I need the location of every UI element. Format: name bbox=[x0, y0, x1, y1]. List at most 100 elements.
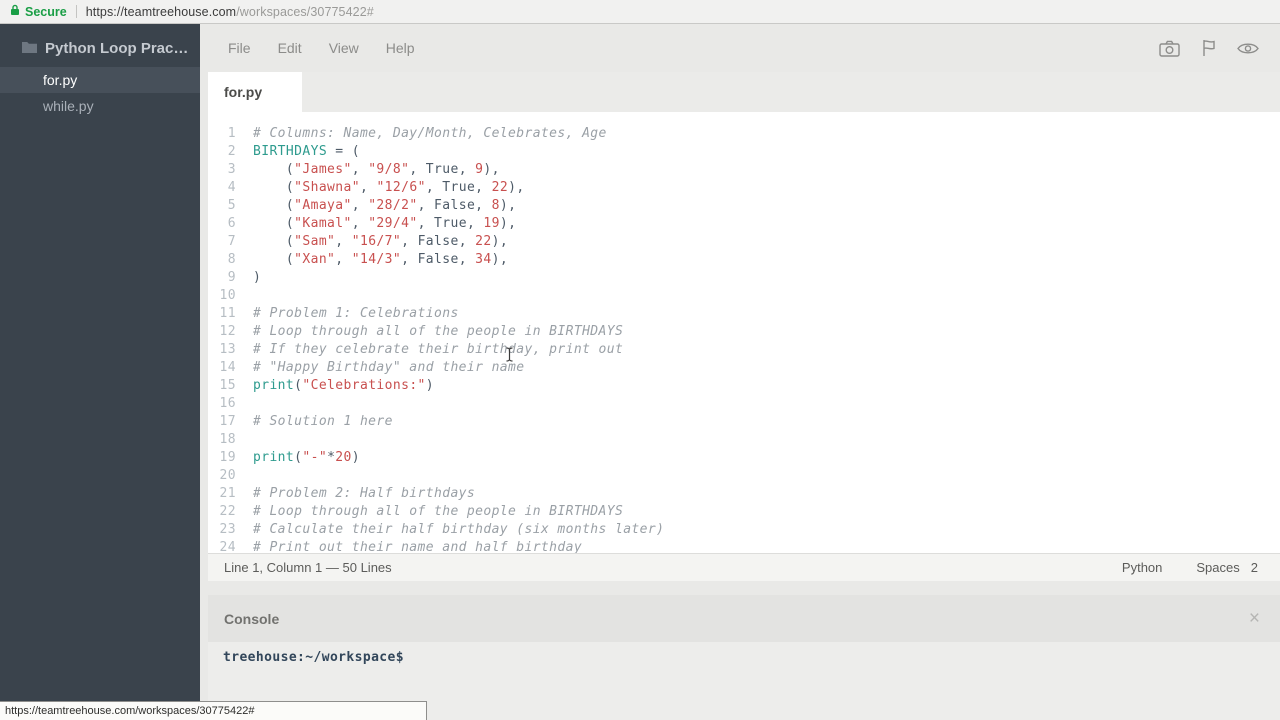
line-number: 4 bbox=[208, 179, 236, 197]
terminal-prompt: treehouse:~/workspace$ bbox=[223, 650, 404, 665]
code-line-content: # Problem 1: Celebrations bbox=[236, 305, 459, 323]
indent-mode[interactable]: Spaces bbox=[1196, 560, 1239, 575]
code-editor[interactable]: 1# Columns: Name, Day/Month, Celebrates,… bbox=[208, 112, 1280, 553]
line-number: 13 bbox=[208, 341, 236, 359]
code-line[interactable]: 22# Loop through all of the people in BI… bbox=[208, 503, 1280, 521]
editor-statusbar: Line 1, Column 1 — 50 Lines Python Space… bbox=[208, 553, 1280, 581]
tab-for-py[interactable]: for.py bbox=[208, 72, 302, 112]
close-icon[interactable]: × bbox=[1249, 609, 1260, 628]
project-folder[interactable]: Python Loop Prac… bbox=[0, 24, 200, 67]
code-line[interactable]: 16 bbox=[208, 395, 1280, 413]
code-line-content: # Loop through all of the people in BIRT… bbox=[236, 323, 623, 341]
code-line-content: ("Shawna", "12/6", True, 22), bbox=[236, 179, 525, 197]
address-bar-separator bbox=[76, 5, 77, 18]
line-number: 18 bbox=[208, 431, 236, 449]
secure-badge[interactable]: Secure bbox=[10, 4, 67, 19]
line-number: 12 bbox=[208, 323, 236, 341]
line-number: 21 bbox=[208, 485, 236, 503]
code-line[interactable]: 1# Columns: Name, Day/Month, Celebrates,… bbox=[208, 125, 1280, 143]
folder-icon bbox=[22, 40, 37, 57]
line-number: 10 bbox=[208, 287, 236, 305]
line-number: 19 bbox=[208, 449, 236, 467]
sidebar-file-while-py[interactable]: while.py bbox=[0, 93, 200, 119]
line-number: 23 bbox=[208, 521, 236, 539]
code-line[interactable]: 10 bbox=[208, 287, 1280, 305]
status-url-tooltip: https://teamtreehouse.com/workspaces/307… bbox=[0, 701, 427, 720]
line-number: 24 bbox=[208, 539, 236, 553]
code-line[interactable]: 7 ("Sam", "16/7", False, 22), bbox=[208, 233, 1280, 251]
code-line-content bbox=[236, 287, 253, 305]
sidebar-file-for-py[interactable]: for.py bbox=[0, 67, 200, 93]
indent-size[interactable]: 2 bbox=[1251, 560, 1258, 575]
menu-icons bbox=[1159, 39, 1259, 57]
code-line-content: ("Xan", "14/3", False, 34), bbox=[236, 251, 508, 269]
code-line-content: # Problem 2: Half birthdays bbox=[236, 485, 475, 503]
menu-item-edit[interactable]: Edit bbox=[278, 40, 302, 56]
url-text[interactable]: https://teamtreehouse.com/workspaces/307… bbox=[86, 5, 374, 19]
line-number: 22 bbox=[208, 503, 236, 521]
menu-item-view[interactable]: View bbox=[329, 40, 359, 56]
lock-icon bbox=[10, 4, 20, 19]
language-mode[interactable]: Python bbox=[1122, 560, 1162, 575]
code-line[interactable]: 14# "Happy Birthday" and their name bbox=[208, 359, 1280, 377]
console-header: Console × bbox=[208, 595, 1280, 642]
code-line[interactable]: 8 ("Xan", "14/3", False, 34), bbox=[208, 251, 1280, 269]
code-line-content: # Calculate their half birthday (six mon… bbox=[236, 521, 664, 539]
menu-items: File Edit View Help bbox=[228, 40, 442, 56]
file-list: for.pywhile.py bbox=[0, 67, 200, 119]
workspace-menubar: File Edit View Help bbox=[200, 24, 1280, 72]
line-number: 3 bbox=[208, 161, 236, 179]
code-line-content: # Solution 1 here bbox=[236, 413, 393, 431]
line-number: 8 bbox=[208, 251, 236, 269]
eye-icon[interactable] bbox=[1237, 41, 1259, 56]
code-line-content: print("Celebrations:") bbox=[236, 377, 434, 395]
code-line-content: ("Sam", "16/7", False, 22), bbox=[236, 233, 508, 251]
cursor-position: Line 1, Column 1 — 50 Lines bbox=[224, 560, 392, 575]
code-line[interactable]: 4 ("Shawna", "12/6", True, 22), bbox=[208, 179, 1280, 197]
code-line[interactable]: 3 ("James", "9/8", True, 9), bbox=[208, 161, 1280, 179]
line-number: 2 bbox=[208, 143, 236, 161]
menu-item-help[interactable]: Help bbox=[386, 40, 415, 56]
flag-icon[interactable] bbox=[1201, 39, 1216, 57]
code-line[interactable]: 11# Problem 1: Celebrations bbox=[208, 305, 1280, 323]
code-line-content bbox=[236, 395, 253, 413]
code-line[interactable]: 5 ("Amaya", "28/2", False, 8), bbox=[208, 197, 1280, 215]
line-number: 1 bbox=[208, 125, 236, 143]
line-number: 7 bbox=[208, 233, 236, 251]
code-line-content: ("Amaya", "28/2", False, 8), bbox=[236, 197, 516, 215]
browser-address-bar[interactable]: Secure https://teamtreehouse.com/workspa… bbox=[0, 0, 1280, 24]
code-line[interactable]: 20 bbox=[208, 467, 1280, 485]
code-line[interactable]: 12# Loop through all of the people in BI… bbox=[208, 323, 1280, 341]
code-line[interactable]: 6 ("Kamal", "29/4", True, 19), bbox=[208, 215, 1280, 233]
code-line[interactable]: 17# Solution 1 here bbox=[208, 413, 1280, 431]
line-number: 9 bbox=[208, 269, 236, 287]
code-line-content bbox=[236, 467, 253, 485]
url-domain: https://teamtreehouse.com bbox=[86, 5, 237, 19]
code-line[interactable]: 9) bbox=[208, 269, 1280, 287]
line-number: 16 bbox=[208, 395, 236, 413]
line-number: 15 bbox=[208, 377, 236, 395]
editor-tabbar: for.py bbox=[208, 72, 1280, 112]
url-path: /workspaces/30775422# bbox=[236, 5, 374, 19]
code-line[interactable]: 23# Calculate their half birthday (six m… bbox=[208, 521, 1280, 539]
code-line[interactable]: 13# If they celebrate their birthday, pr… bbox=[208, 341, 1280, 359]
code-line[interactable]: 21# Problem 2: Half birthdays bbox=[208, 485, 1280, 503]
line-number: 5 bbox=[208, 197, 236, 215]
code-line-content: print("-"*20) bbox=[236, 449, 360, 467]
code-line[interactable]: 24# Print out their name and half birthd… bbox=[208, 539, 1280, 553]
secure-label: Secure bbox=[25, 5, 67, 19]
code-line[interactable]: 18 bbox=[208, 431, 1280, 449]
line-number: 17 bbox=[208, 413, 236, 431]
file-sidebar: Python Loop Prac… for.pywhile.py bbox=[0, 24, 200, 720]
code-line-content: # Columns: Name, Day/Month, Celebrates, … bbox=[236, 125, 607, 143]
text-cursor bbox=[505, 347, 514, 367]
menu-item-file[interactable]: File bbox=[228, 40, 251, 56]
code-line[interactable]: 19print("-"*20) bbox=[208, 449, 1280, 467]
code-line[interactable]: 2BIRTHDAYS = ( bbox=[208, 143, 1280, 161]
code-line-content: # "Happy Birthday" and their name bbox=[236, 359, 524, 377]
camera-icon[interactable] bbox=[1159, 40, 1180, 57]
code-line[interactable]: 15print("Celebrations:") bbox=[208, 377, 1280, 395]
line-number: 20 bbox=[208, 467, 236, 485]
code-line-content: # Print out their name and half birthday bbox=[236, 539, 582, 553]
line-number: 6 bbox=[208, 215, 236, 233]
